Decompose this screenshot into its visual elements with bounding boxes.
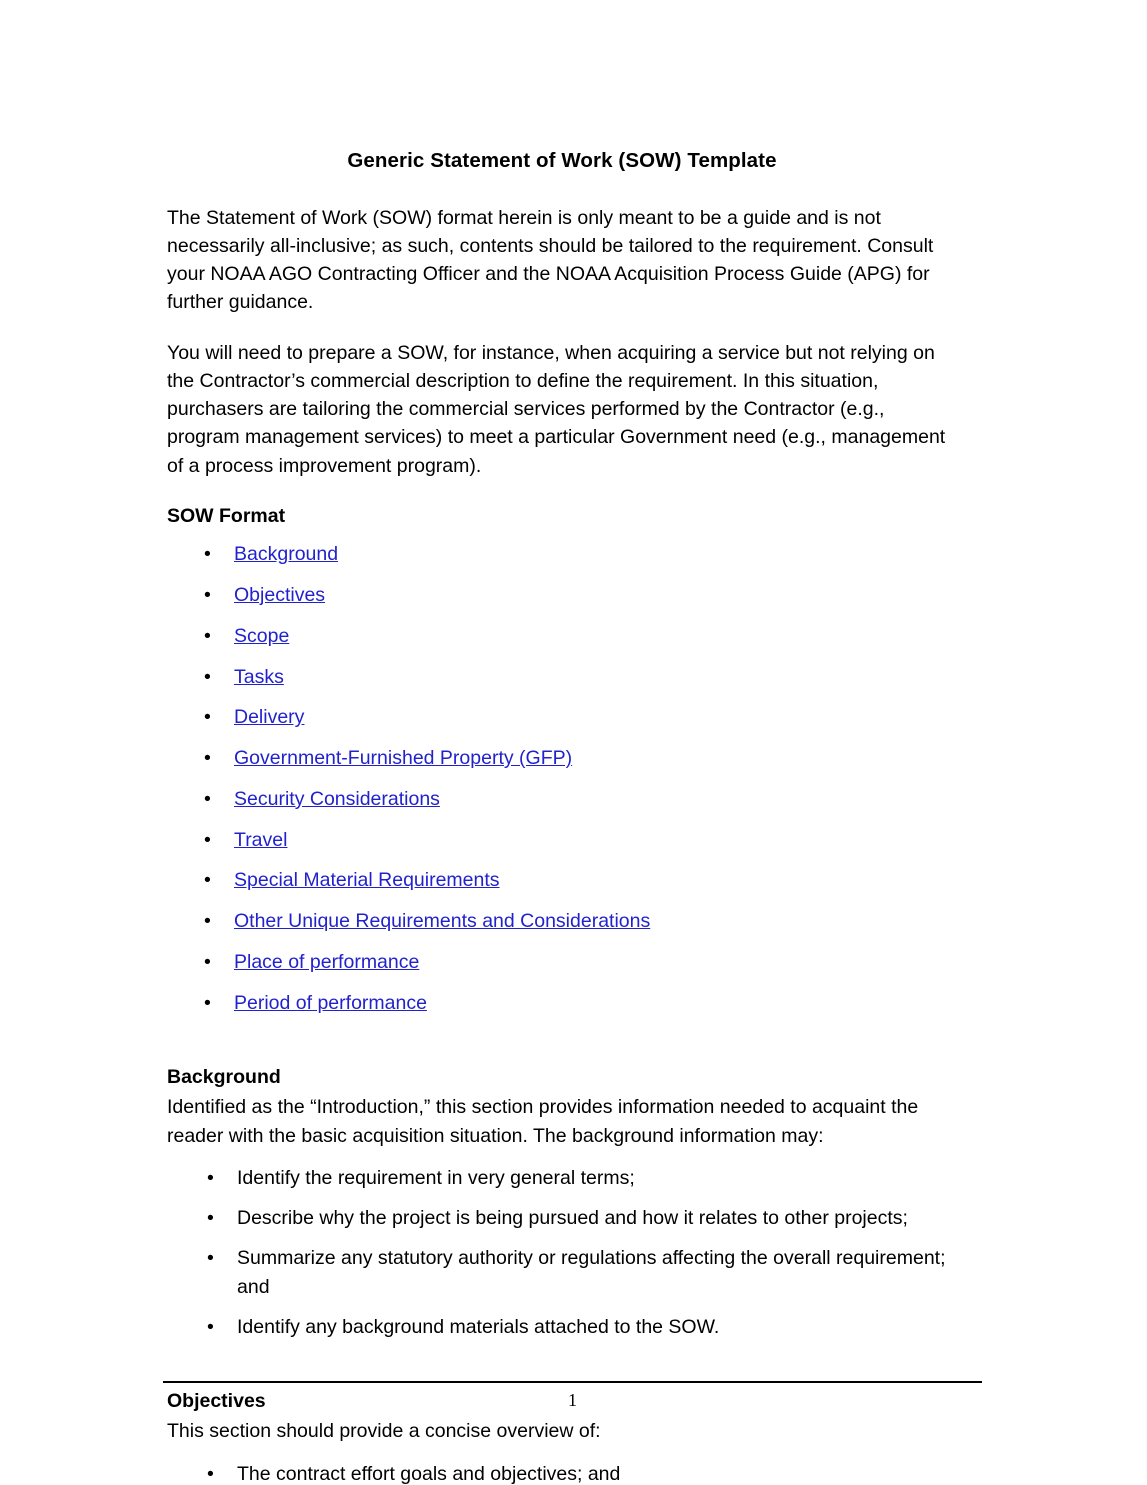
list-item: • Objectives [167,581,957,609]
sow-link-place-of-performance[interactable]: Place of performance [234,951,419,973]
sow-link-period-of-performance[interactable]: Period of performance [234,992,427,1014]
bullet-icon: • [207,1207,214,1230]
list-item: • Describe why the project is being purs… [167,1204,957,1232]
sow-link-objectives[interactable]: Objectives [234,584,325,606]
list-item: • Special Material Requirements [167,866,957,894]
list-item: • Delivery [167,703,957,731]
sow-format-heading: SOW Format [167,505,286,528]
list-item: • Period of performance [167,989,957,1017]
list-item: • Security Considerations [167,785,957,813]
bullet-icon: • [204,787,211,810]
sow-link-special-material-requirements[interactable]: Special Material Requirements [234,869,500,891]
objectives-bullet-list: • The contract effort goals and objectiv… [167,1460,957,1485]
bullet-icon: • [204,828,211,851]
list-item: • Travel [167,826,957,854]
bullet-icon: • [204,747,211,770]
bullet-icon: • [207,1247,214,1270]
bullet-icon: • [204,543,211,566]
bullet-icon: • [207,1315,214,1338]
bullet-icon: • [204,869,211,892]
bullet-icon: • [204,665,211,688]
bullet-icon: • [204,706,211,729]
bullet-icon: • [204,584,211,607]
objectives-intro-text: This section should provide a concise ov… [167,1420,601,1443]
bullet-icon: • [204,624,211,647]
objectives-bullet-text: The contract effort goals and objectives… [237,1462,621,1485]
background-bullet-text: Summarize any statutory authority or reg… [237,1247,946,1298]
background-heading: Background [167,1065,281,1088]
page-footer: 1 [163,1381,982,1412]
document-page: Generic Statement of Work (SOW) Template… [0,0,1147,1485]
list-item: • Government-Furnished Property (GFP) [167,744,957,772]
intro-paragraph-1: The Statement of Work (SOW) format herei… [167,206,934,314]
background-bullet-text: Identify the requirement in very general… [237,1166,635,1189]
footer-divider [163,1381,982,1383]
bullet-icon: • [204,910,211,933]
sow-link-tasks[interactable]: Tasks [234,666,284,688]
sow-link-delivery[interactable]: Delivery [234,706,304,728]
background-bullet-list: • Identify the requirement in very gener… [167,1164,957,1341]
list-item: • Background [167,540,957,568]
list-item: • Other Unique Requirements and Consider… [167,907,957,935]
list-item: • Place of performance [167,948,957,976]
page-title: Generic Statement of Work (SOW) Template [347,149,777,172]
sow-link-other-unique-requirements[interactable]: Other Unique Requirements and Considerat… [234,910,650,932]
intro-paragraph-2: You will need to prepare a SOW, for inst… [167,341,946,477]
list-item: • Scope [167,622,957,650]
bullet-icon: • [204,991,211,1014]
bullet-icon: • [204,950,211,973]
background-bullet-text: Describe why the project is being pursue… [237,1207,908,1230]
list-item: • Identify any background materials atta… [167,1313,957,1341]
sow-link-travel[interactable]: Travel [234,829,287,851]
sow-link-scope[interactable]: Scope [234,625,289,647]
document-content: Generic Statement of Work (SOW) Template… [167,148,957,1485]
list-item: • Tasks [167,663,957,691]
list-item: • The contract effort goals and objectiv… [167,1460,957,1485]
background-intro-text: Identified as the “Introduction,” this s… [167,1096,919,1147]
bullet-icon: • [207,1462,214,1485]
sow-link-background[interactable]: Background [234,543,338,565]
bullet-icon: • [207,1166,214,1189]
list-item: • Summarize any statutory authority or r… [167,1244,957,1301]
sow-link-government-furnished-property[interactable]: Government-Furnished Property (GFP) [234,747,572,769]
background-bullet-text: Identify any background materials attach… [237,1315,720,1338]
list-item: • Identify the requirement in very gener… [167,1164,957,1192]
page-number: 1 [568,1390,577,1410]
sow-link-security-considerations[interactable]: Security Considerations [234,788,440,810]
sow-format-link-list: • Background • Objectives • Scope • Task… [167,540,957,1017]
